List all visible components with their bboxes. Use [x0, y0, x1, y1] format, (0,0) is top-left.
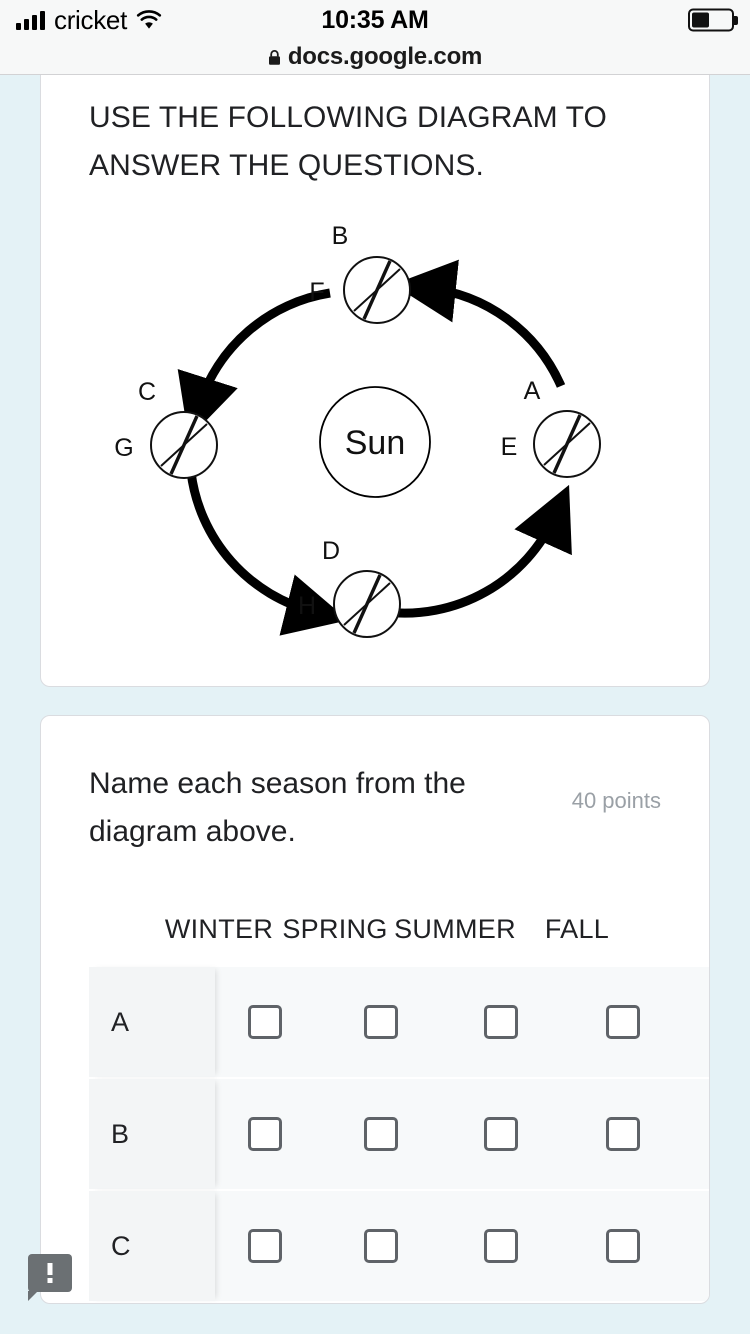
- earth-bottom: D H: [298, 537, 401, 638]
- table-row: C: [89, 1191, 709, 1301]
- checkbox-a-fall[interactable]: [606, 1005, 640, 1039]
- arrow-left-to-bottom: [186, 471, 349, 636]
- battery-icon: [688, 8, 734, 32]
- exclamation-mark: [47, 1263, 53, 1283]
- cell-a-winter[interactable]: [207, 1005, 323, 1039]
- earth-right-label-e: E: [501, 433, 518, 461]
- checkbox-a-summer[interactable]: [484, 1005, 518, 1039]
- comment-alert-icon[interactable]: [28, 1254, 72, 1301]
- grid-rows: A B C: [41, 967, 709, 1301]
- url-text: docs.google.com: [287, 43, 483, 70]
- row-label-b: B: [89, 1079, 215, 1189]
- question-card: Name each season from the diagram above.…: [40, 715, 710, 1304]
- cell-c-winter[interactable]: [207, 1229, 323, 1263]
- table-row: A: [89, 967, 709, 1077]
- seasons-diagram: Sun B F C G D H A E: [41, 216, 709, 656]
- column-header-winter: WINTER: [164, 914, 274, 944]
- cell-c-spring[interactable]: [323, 1229, 439, 1263]
- checkbox-b-fall[interactable]: [606, 1117, 640, 1151]
- column-header-fall: FALL: [544, 914, 610, 944]
- checkbox-c-spring[interactable]: [364, 1229, 398, 1263]
- instruction-text: USE THE FOLLOWING DIAGRAM TO ANSWER THE …: [89, 101, 607, 182]
- arrow-top-to-left: [177, 288, 331, 439]
- row-b-cells: [215, 1117, 709, 1151]
- earth-bottom-label-d: D: [322, 537, 340, 565]
- checkbox-grid[interactable]: WINTER SPRING SUMMER FALL A B C: [41, 914, 709, 1303]
- status-time: 10:35 AM: [321, 6, 429, 34]
- question-header: Name each season from the diagram above.…: [41, 760, 709, 856]
- column-header-summer: SUMMER: [394, 914, 516, 944]
- checkbox-c-fall[interactable]: [606, 1229, 640, 1263]
- arrow-right-to-top: [392, 259, 566, 388]
- sun-label: Sun: [345, 424, 406, 462]
- earth-top: B F: [309, 222, 411, 324]
- cell-a-spring[interactable]: [323, 1005, 439, 1039]
- form-body: USE THE FOLLOWING DIAGRAM TO ANSWER THE …: [0, 75, 750, 1334]
- checkbox-b-summer[interactable]: [484, 1117, 518, 1151]
- checkbox-c-summer[interactable]: [484, 1229, 518, 1263]
- checkbox-a-winter[interactable]: [248, 1005, 282, 1039]
- cell-b-fall[interactable]: [563, 1117, 683, 1151]
- earth-bottom-label-h: H: [298, 592, 316, 620]
- row-a-cells: [215, 1005, 709, 1039]
- row-label-a: A: [89, 967, 215, 1077]
- table-row: B: [89, 1079, 709, 1189]
- cell-b-spring[interactable]: [323, 1117, 439, 1151]
- checkbox-c-winter[interactable]: [248, 1229, 282, 1263]
- row-c-cells: [215, 1229, 709, 1263]
- earth-top-label-b: B: [332, 222, 349, 250]
- row-label-c: C: [89, 1191, 215, 1301]
- arrow-bottom-to-right: [384, 484, 572, 618]
- column-header-spring: SPRING: [282, 914, 388, 944]
- lock-icon: [268, 49, 281, 66]
- cell-c-fall[interactable]: [563, 1229, 683, 1263]
- checkbox-a-spring[interactable]: [364, 1005, 398, 1039]
- question-title: Name each season from the diagram above.: [89, 767, 466, 848]
- cell-c-summer[interactable]: [439, 1229, 563, 1263]
- status-bar: cricket 10:35 AM: [0, 0, 750, 40]
- earth-left-label-g: G: [114, 434, 133, 462]
- grid-column-headers: WINTER SPRING SUMMER FALL: [41, 914, 709, 945]
- cell-b-summer[interactable]: [439, 1117, 563, 1151]
- checkbox-b-winter[interactable]: [248, 1117, 282, 1151]
- checkbox-b-spring[interactable]: [364, 1117, 398, 1151]
- instruction-card: USE THE FOLLOWING DIAGRAM TO ANSWER THE …: [40, 75, 710, 687]
- seasons-diagram-svg: Sun B F C G D H A E: [114, 222, 601, 638]
- browser-url-bar[interactable]: docs.google.com: [0, 40, 750, 75]
- earth-top-label-f: F: [309, 278, 324, 306]
- earth-left-label-c: C: [138, 378, 156, 406]
- cell-a-fall[interactable]: [563, 1005, 683, 1039]
- earth-right: A E: [501, 377, 601, 478]
- cell-b-winter[interactable]: [207, 1117, 323, 1151]
- earth-right-label-a: A: [524, 377, 541, 405]
- cell-a-summer[interactable]: [439, 1005, 563, 1039]
- points-label: 40 points: [571, 788, 661, 813]
